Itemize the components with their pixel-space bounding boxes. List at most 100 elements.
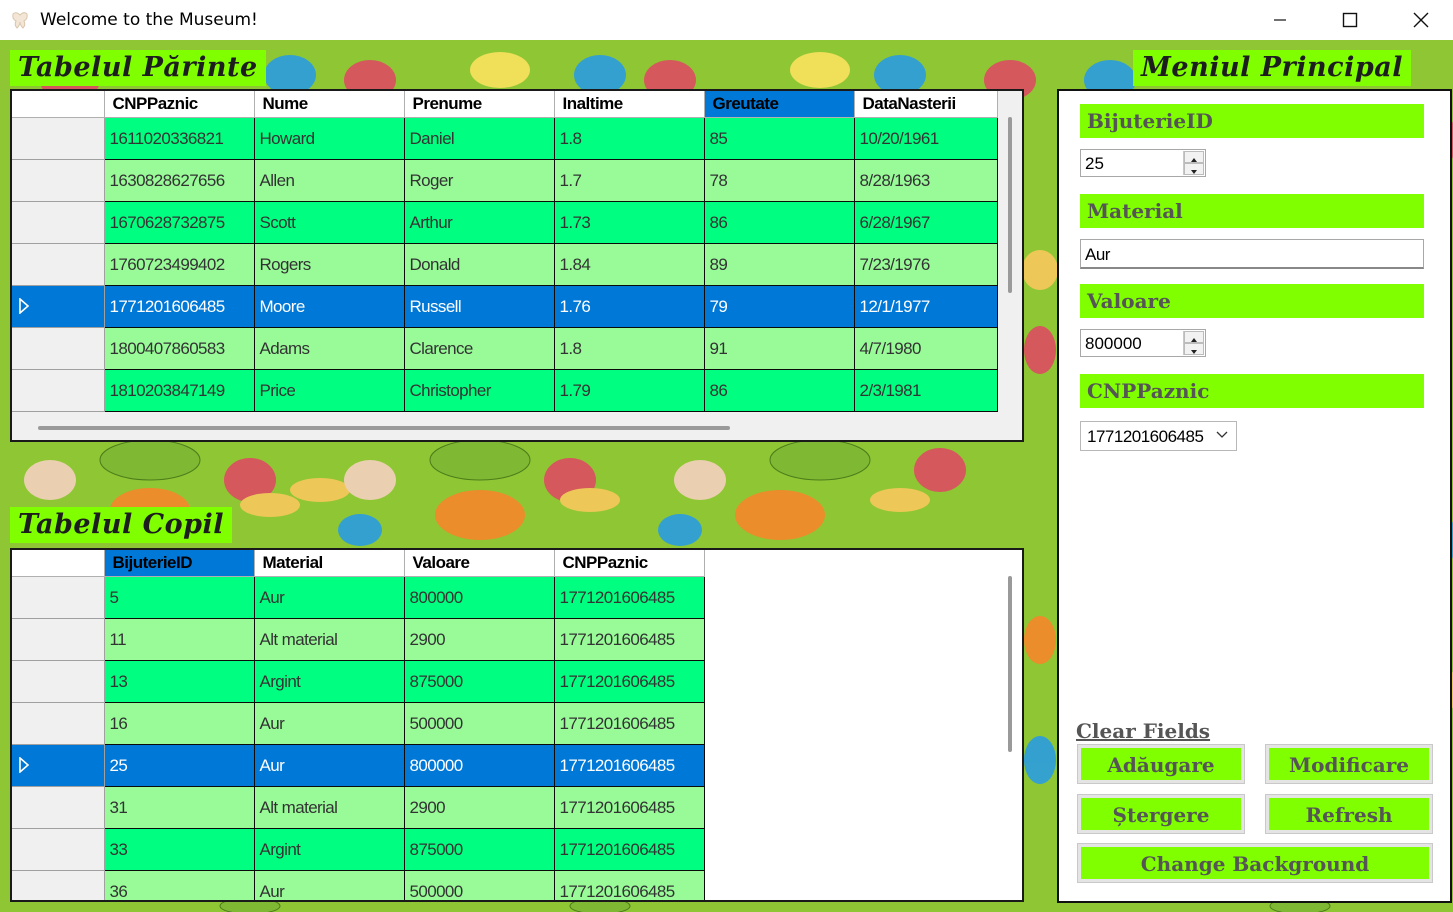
table-cell[interactable]: Roger [404,159,555,202]
table-cell[interactable]: 10/20/1961 [854,117,998,160]
table-cell[interactable]: 4/7/1980 [854,327,998,370]
table-cell[interactable]: 2900 [404,618,555,661]
table-cell[interactable]: Allen [254,159,405,202]
table-cell[interactable]: 1771201606485 [554,870,705,900]
table-cell[interactable]: 25 [104,744,255,787]
table-cell[interactable]: 78 [704,159,855,202]
table-cell[interactable]: Moore [254,285,405,328]
clear-fields-link[interactable]: Clear Fields [1076,719,1210,743]
table-cell[interactable]: 1.73 [554,201,705,244]
add-button[interactable]: Adăugare [1077,744,1245,784]
column-header-selected[interactable]: Greutate [704,91,855,118]
table-row[interactable]: 5 Aur 800000 1771201606485 [12,576,705,619]
table-cell[interactable]: Scott [254,201,405,244]
table-cell[interactable]: Christopher [404,369,555,412]
table-cell[interactable]: 1630828627656 [104,159,255,202]
table-cell[interactable]: Aur [254,576,405,619]
table-cell[interactable]: 11 [104,618,255,661]
row-header[interactable] [12,618,105,661]
column-header-selected[interactable]: BijuterieID [104,550,255,577]
table-cell[interactable]: 1670628732875 [104,201,255,244]
column-header[interactable]: Inaltime [554,91,705,118]
table-cell[interactable]: 1771201606485 [554,576,705,619]
table-cell[interactable]: 1771201606485 [104,285,255,328]
column-header[interactable]: CNPPaznic [554,550,705,577]
table-row[interactable]: 1611020336821 Howard Daniel 1.8 85 10/20/1961 [12,117,998,160]
table-cell[interactable]: 2/3/1981 [854,369,998,412]
table-cell[interactable]: Argint [254,828,405,871]
table-cell[interactable]: 1.79 [554,369,705,412]
row-header[interactable] [12,243,105,286]
table-cell[interactable]: Arthur [404,201,555,244]
table-cell[interactable]: 1771201606485 [554,744,705,787]
stepper-up-button[interactable] [1184,151,1204,163]
column-header[interactable]: CNPPaznic [104,91,255,118]
table-cell[interactable]: 1.76 [554,285,705,328]
table-cell[interactable]: Argint [254,660,405,703]
table-row[interactable]: 33 Argint 875000 1771201606485 [12,828,705,871]
table-cell[interactable]: 89 [704,243,855,286]
stepper-up-button[interactable] [1184,331,1204,343]
valoare-stepper[interactable]: 800000 [1080,329,1206,357]
table-cell[interactable]: 875000 [404,660,555,703]
column-header[interactable]: Valoare [404,550,555,577]
column-header[interactable]: Material [254,550,405,577]
change-background-button[interactable]: Change Background [1077,843,1433,883]
table-cell[interactable]: Howard [254,117,405,160]
table-cell[interactable]: 6/28/1967 [854,201,998,244]
table-cell[interactable]: 1800407860583 [104,327,255,370]
column-header[interactable]: DataNasterii [854,91,998,118]
table-cell[interactable]: Russell [404,285,555,328]
table-cell[interactable]: 1.84 [554,243,705,286]
table-cell[interactable]: 1611020336821 [104,117,255,160]
table-cell[interactable]: 91 [704,327,855,370]
table-row[interactable]: 1670628732875 Scott Arthur 1.73 86 6/28/1967 [12,201,998,244]
bijuterieid-stepper[interactable]: 25 [1080,149,1206,177]
row-header-current[interactable] [12,744,105,787]
table-cell[interactable]: Alt material [254,786,405,829]
row-header[interactable] [12,369,105,412]
stepper-down-button[interactable] [1184,163,1204,175]
row-header[interactable] [12,870,105,900]
table-cell[interactable]: 16 [104,702,255,745]
table-cell[interactable]: 1.8 [554,327,705,370]
table-row[interactable]: 1630828627656 Allen Roger 1.7 78 8/28/1963 [12,159,998,202]
table-cell[interactable]: 1771201606485 [554,660,705,703]
refresh-button[interactable]: Refresh [1265,794,1433,834]
table-cell[interactable]: 36 [104,870,255,900]
modify-button[interactable]: Modificare [1265,744,1433,784]
vertical-scrollbar-thumb[interactable] [1008,117,1012,293]
table-cell[interactable]: Alt material [254,618,405,661]
child-data-grid[interactable]: BijuterieID Material Valoare CNPPaznic 5… [10,548,1024,902]
delete-button[interactable]: Ștergere [1077,794,1245,834]
table-cell[interactable]: 12/1/1977 [854,285,998,328]
row-header[interactable] [12,159,105,202]
minimize-button[interactable] [1245,0,1315,40]
row-header[interactable] [12,828,105,871]
horizontal-scrollbar-thumb[interactable] [38,426,730,430]
table-cell[interactable]: 1771201606485 [554,702,705,745]
table-cell[interactable]: 1771201606485 [554,618,705,661]
table-cell[interactable]: 79 [704,285,855,328]
table-cell[interactable]: 31 [104,786,255,829]
maximize-button[interactable] [1315,0,1385,40]
parent-data-grid[interactable]: CNPPaznic Nume Prenume Inaltime Greutate… [10,89,1024,442]
row-header[interactable] [12,660,105,703]
table-cell[interactable]: 33 [104,828,255,871]
row-header[interactable] [12,201,105,244]
table-cell[interactable]: Price [254,369,405,412]
table-cell[interactable]: 1810203847149 [104,369,255,412]
table-row[interactable]: 31 Alt material 2900 1771201606485 [12,786,705,829]
table-cell[interactable]: 85 [704,117,855,160]
table-cell[interactable]: 500000 [404,870,555,900]
table-row[interactable]: 36 Aur 500000 1771201606485 [12,870,705,900]
table-cell[interactable]: Aur [254,702,405,745]
table-cell[interactable]: 1.8 [554,117,705,160]
table-cell[interactable]: Clarence [404,327,555,370]
table-cell[interactable]: Donald [404,243,555,286]
stepper-buttons[interactable] [1183,151,1204,175]
table-cell[interactable]: 2900 [404,786,555,829]
table-cell[interactable]: 875000 [404,828,555,871]
table-cell[interactable]: 1.7 [554,159,705,202]
table-row[interactable]: 13 Argint 875000 1771201606485 [12,660,705,703]
